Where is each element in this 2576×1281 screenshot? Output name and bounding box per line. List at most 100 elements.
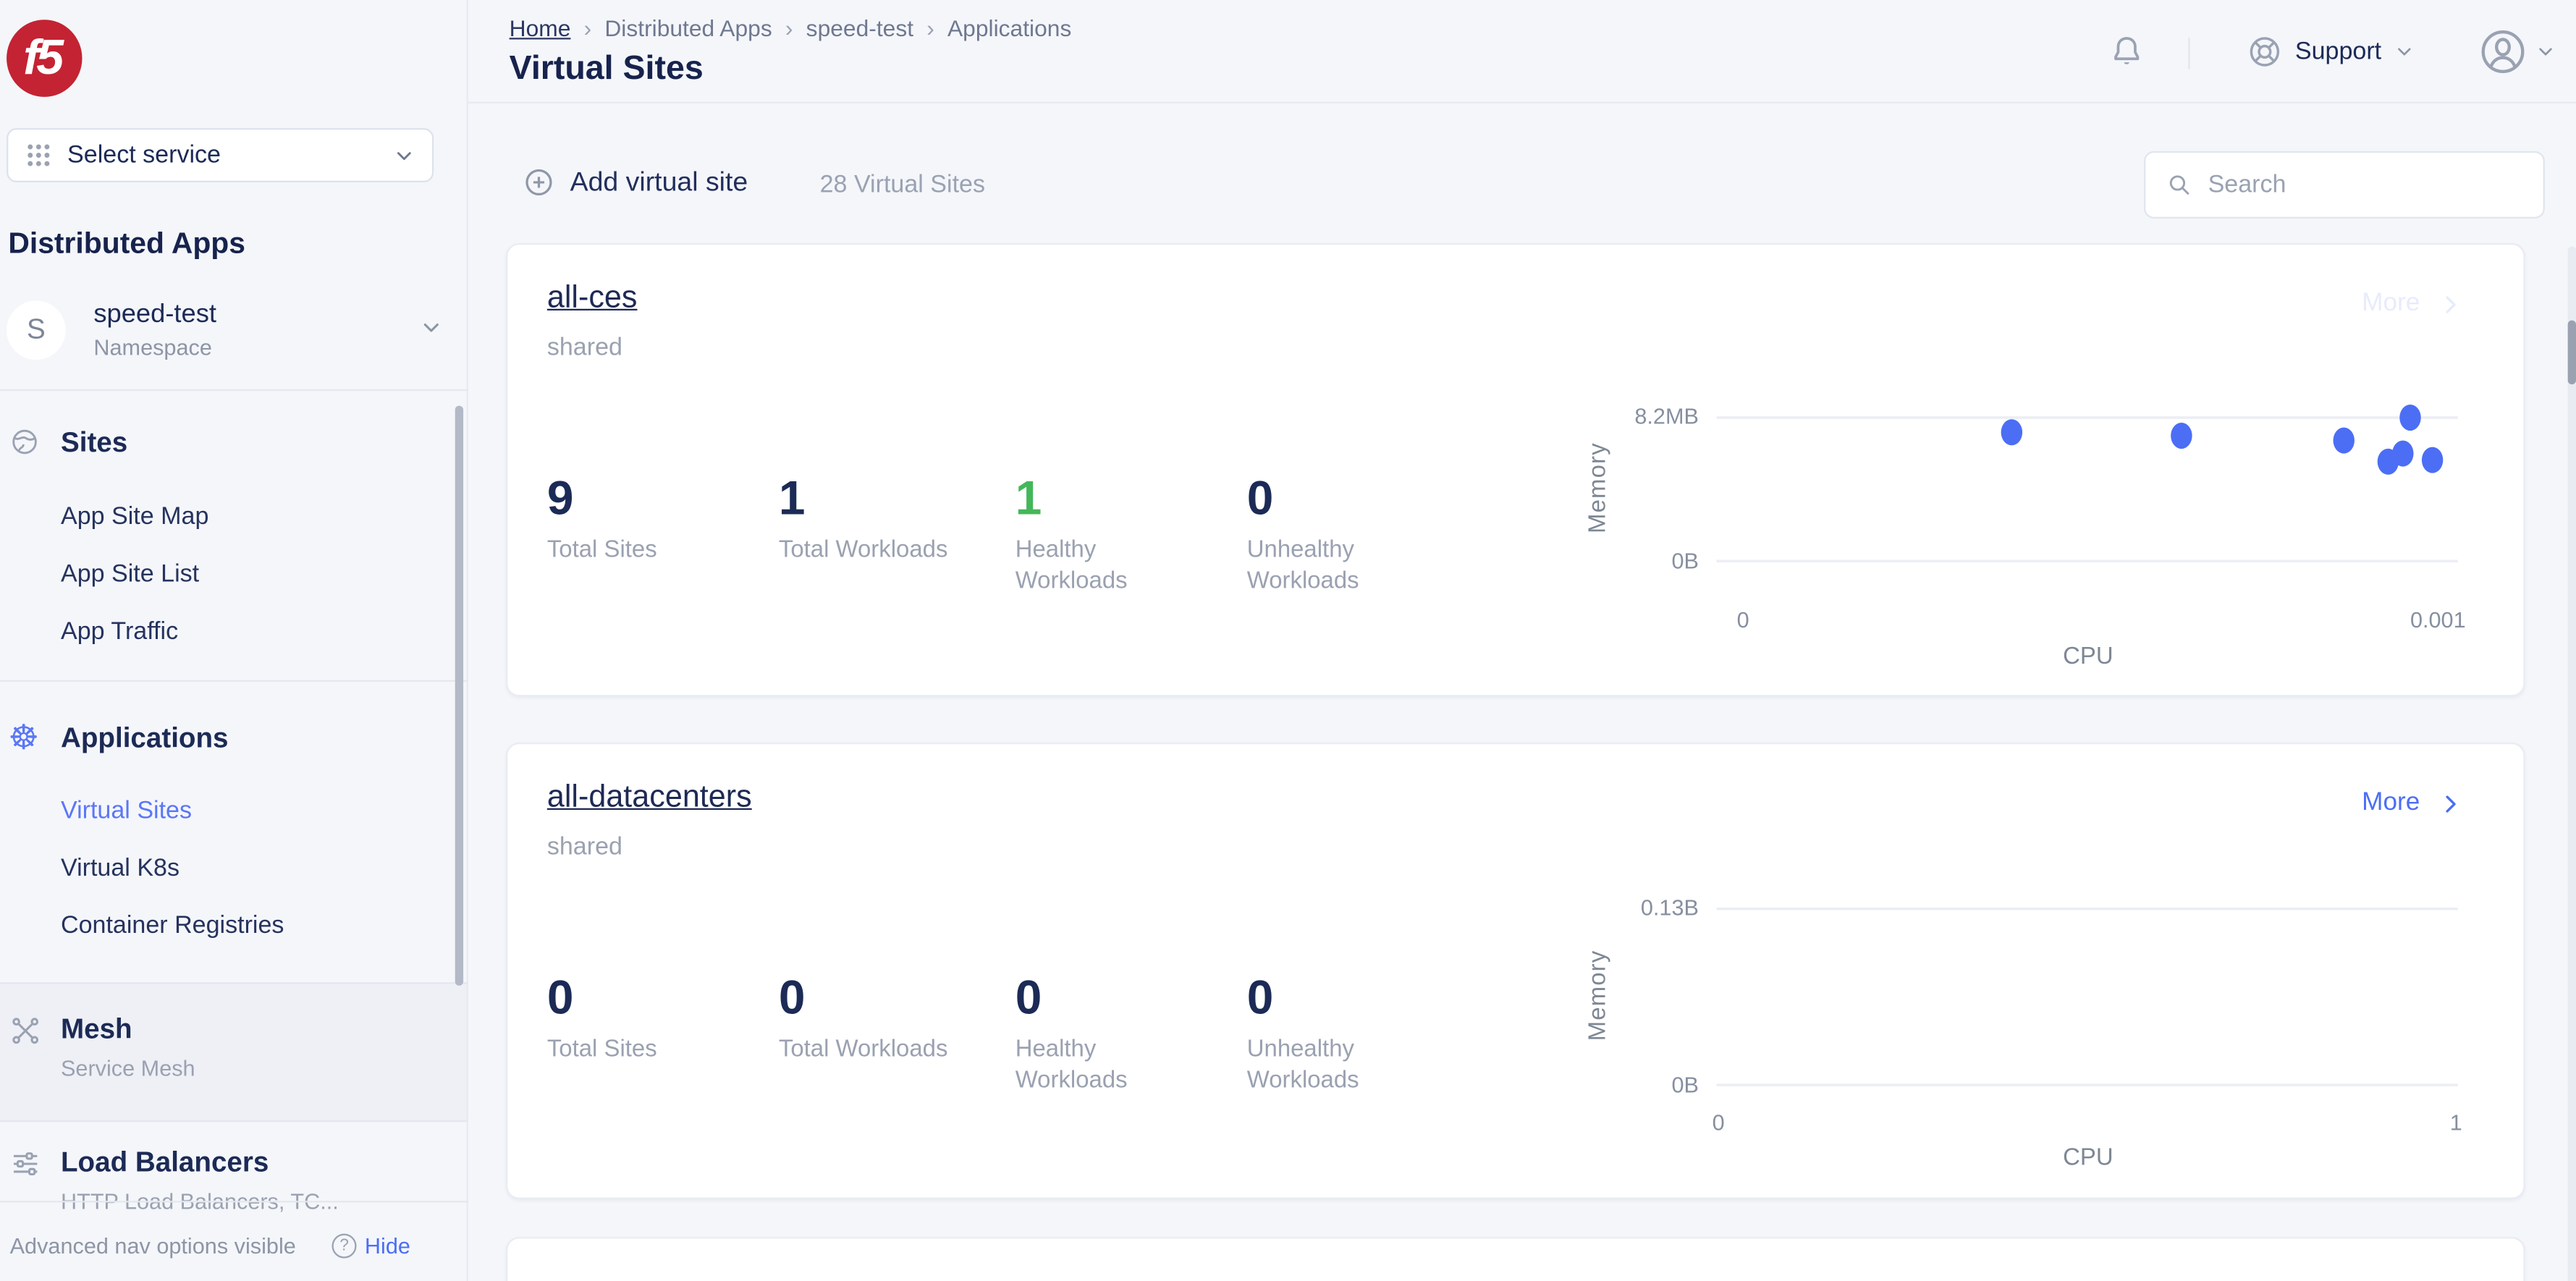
sidebar-item-app-traffic[interactable]: App Traffic [61, 617, 178, 646]
virtual-site-card-all-ces: all-ces shared More 9 Total Sites 1 Tota… [506, 243, 2525, 696]
hide-advanced-nav-link[interactable]: Hide [365, 1234, 410, 1259]
page-title: Virtual Sites [510, 49, 704, 88]
f5-logo[interactable]: f5 [7, 20, 82, 97]
virtual-site-card-partial [506, 1237, 2525, 1281]
sidebar-section-sites[interactable]: Sites [61, 427, 127, 460]
namespace-avatar: S [7, 300, 66, 360]
stat-label: Healthy Workloads [1015, 1035, 1172, 1097]
account-menu[interactable] [2478, 26, 2556, 77]
y-axis-tick-zero: 0B [1329, 549, 1699, 573]
chevron-down-icon [392, 144, 415, 167]
sidebar-section-mesh[interactable]: Mesh [61, 1013, 132, 1046]
sidebar-divider [0, 680, 468, 682]
stat-label: Healthy Workloads [1015, 536, 1172, 598]
stat-total-sites: 9 Total Sites [547, 475, 761, 567]
support-menu[interactable]: Support [2246, 33, 2415, 70]
y-axis-tick-max: 8.2MB [1329, 404, 1699, 428]
y-axis-label: Memory [1585, 897, 1611, 1094]
more-link[interactable]: More [2362, 289, 2462, 318]
header-divider [468, 102, 2576, 103]
sidebar-item-app-site-list[interactable]: App Site List [61, 560, 199, 588]
namespace-name: speed-test [93, 300, 216, 330]
breadcrumb-distributed-apps[interactable]: Distributed Apps [604, 14, 772, 41]
sidebar-section-applications[interactable]: Applications [61, 723, 229, 756]
stat-value: 0 [779, 974, 992, 1023]
breadcrumb-home[interactable]: Home [510, 14, 571, 41]
x-axis-tick-max: 0.001 [2389, 608, 2487, 633]
add-virtual-site-label: Add virtual site [570, 166, 748, 198]
service-selector[interactable]: Select service [7, 128, 434, 182]
help-icon[interactable]: ? [331, 1234, 356, 1259]
sidebar-item-virtual-sites[interactable]: Virtual Sites [61, 797, 192, 825]
notifications-bell-icon[interactable] [2108, 33, 2145, 70]
plus-circle-icon [523, 166, 555, 198]
chevron-down-icon [2535, 41, 2556, 63]
stat-value: 0 [1015, 974, 1172, 1023]
stat-value: 0 [1247, 974, 1403, 1023]
cpu-memory-scatter-chart [507, 245, 2523, 695]
x-axis-tick-zero: 0 [1694, 1110, 1743, 1135]
sidebar-scrollbar-thumb[interactable] [455, 406, 463, 986]
search-box [2144, 151, 2545, 219]
breadcrumb-applications[interactable]: Applications [947, 14, 1071, 41]
stat-value: 9 [547, 475, 761, 524]
stat-total-workloads: 1 Total Workloads [779, 475, 992, 567]
breadcrumb: Home › Distributed Apps › speed-test › A… [510, 14, 1072, 41]
grid-dots-icon [25, 141, 53, 169]
f5-logo-text: f5 [23, 30, 60, 86]
page-scrollbar-thumb[interactable] [2568, 321, 2576, 385]
sidebar-divider [0, 389, 468, 391]
sidebar-divider [0, 982, 468, 984]
stat-unhealthy-workloads: 0 Unhealthy Workloads [1247, 475, 1403, 598]
sidebar: f5 Select service Distributed Apps S spe… [0, 0, 468, 1281]
stat-value: 1 [779, 475, 992, 524]
namespace-chevron-down-icon[interactable] [419, 316, 444, 340]
more-label: More [2362, 788, 2420, 818]
virtual-sites-count: 28 Virtual Sites [820, 171, 985, 199]
stat-total-workloads: 0 Total Workloads [779, 974, 992, 1066]
more-link[interactable]: More [2362, 788, 2462, 818]
stat-value: 1 [1015, 475, 1172, 524]
sidebar-section-load-balancers[interactable]: Load Balancers [61, 1146, 269, 1179]
chevron-down-icon [2393, 41, 2415, 63]
service-selector-label: Select service [67, 141, 392, 169]
stat-label: Total Sites [547, 1035, 761, 1066]
sidebar-item-container-registries[interactable]: Container Registries [61, 912, 284, 940]
main-area: Home › Distributed Apps › speed-test › A… [468, 0, 2576, 1281]
site-name-link[interactable]: all-ces [547, 281, 638, 317]
chevron-right-icon [2438, 791, 2462, 816]
x-axis-label: CPU [1990, 1145, 2187, 1171]
mesh-subtitle: Service Mesh [61, 1056, 195, 1081]
add-virtual-site-button[interactable]: Add virtual site [523, 166, 748, 198]
mesh-icon [10, 1015, 41, 1047]
sidebar-app-title: Distributed Apps [8, 227, 245, 261]
breadcrumb-separator: › [785, 14, 793, 41]
y-axis-label: Memory [1585, 389, 1611, 586]
kubernetes-wheel-icon: ☸ [8, 721, 39, 756]
namespace-initial: S [27, 314, 46, 347]
page-scrollbar-track[interactable] [2568, 246, 2576, 1281]
breadcrumb-speed-test[interactable]: speed-test [806, 14, 913, 41]
support-label: Support [2295, 38, 2381, 66]
more-label: More [2362, 289, 2420, 318]
sidebar-divider [0, 1120, 468, 1122]
sidebar-item-virtual-k8s[interactable]: Virtual K8s [61, 854, 180, 882]
x-axis-tick-zero: 0 [1718, 608, 1768, 633]
stat-total-sites: 0 Total Sites [547, 974, 761, 1066]
site-tag: shared [547, 334, 622, 362]
user-avatar-icon [2478, 26, 2528, 77]
y-axis-tick-max: 0.13B [1329, 895, 1699, 920]
virtual-site-card-all-datacenters: all-datacenters shared More 0 Total Site… [506, 743, 2525, 1199]
x-axis-tick-max: 1 [2407, 1110, 2505, 1135]
namespace-type-label: Namespace [93, 335, 212, 360]
y-axis-tick-zero: 0B [1329, 1073, 1699, 1097]
stat-value: 0 [1247, 475, 1403, 524]
sidebar-item-app-site-map[interactable]: App Site Map [61, 503, 208, 531]
sidebar-footer-divider [0, 1201, 468, 1202]
breadcrumb-separator: › [926, 14, 934, 41]
chevron-right-icon [2438, 292, 2462, 316]
search-input[interactable] [2208, 171, 2488, 199]
site-name-link[interactable]: all-datacenters [547, 780, 752, 816]
header-separator [2188, 38, 2189, 69]
site-tag: shared [547, 833, 622, 861]
